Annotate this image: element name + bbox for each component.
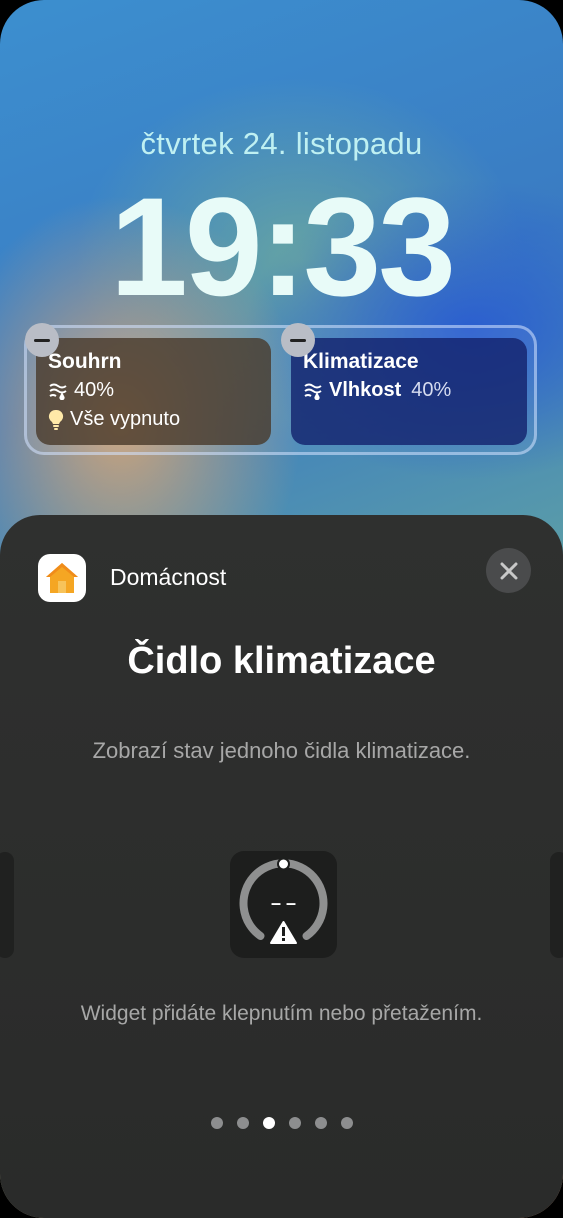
app-name: Domácnost xyxy=(110,564,227,590)
lock-date: čtvrtek 24. listopadu xyxy=(140,126,423,161)
home-app-icon xyxy=(38,554,86,602)
remove-widget-summary-button[interactable] xyxy=(25,323,59,357)
page-dot[interactable] xyxy=(236,1117,249,1129)
widget-summary-lights: Vše vypnuto xyxy=(70,408,181,430)
lock-screen-wallpaper: čtvrtek 24. listopadu 19:33 Souhrn 40% V… xyxy=(0,0,563,1218)
page-indicator[interactable] xyxy=(0,1117,563,1129)
gauge-icon: – – xyxy=(239,857,328,944)
lightbulb-icon xyxy=(48,409,64,430)
previous-widget-preview[interactable] xyxy=(0,852,14,958)
page-dot[interactable] xyxy=(314,1117,327,1129)
close-icon xyxy=(500,562,517,579)
humidity-icon xyxy=(304,383,322,400)
humidity-icon xyxy=(49,383,67,400)
widget-preview-climate-sensor[interactable]: – – xyxy=(230,851,337,958)
next-widget-preview[interactable] xyxy=(550,852,563,958)
gauge-value: – – xyxy=(271,893,296,913)
widget-summary-humidity: 40% xyxy=(74,379,115,401)
widget-summary[interactable]: Souhrn 40% Vše vypnuto xyxy=(36,338,271,445)
widget-description: Zobrazí stav jednoho čidla klimatizace. xyxy=(92,738,471,763)
lock-time: 19:33 xyxy=(109,168,456,325)
add-widget-hint: Widget přidáte klepnutím nebo přetažením… xyxy=(80,1002,483,1025)
widget-climate-value: 40% xyxy=(411,379,452,401)
close-button[interactable] xyxy=(486,548,531,593)
widget-climate-label: Vlhkost xyxy=(329,379,402,401)
page-dot-active[interactable] xyxy=(262,1117,275,1129)
page-dot[interactable] xyxy=(288,1117,301,1129)
page-dot[interactable] xyxy=(210,1117,223,1129)
widget-climate-title: Klimatizace xyxy=(303,350,419,373)
widget-title: Čidlo klimatizace xyxy=(127,640,436,682)
page-dot[interactable] xyxy=(340,1117,353,1129)
remove-widget-climate-button[interactable] xyxy=(281,323,315,357)
widget-summary-title: Souhrn xyxy=(48,350,122,373)
widget-climate[interactable]: Klimatizace Vlhkost 40% xyxy=(291,338,527,445)
